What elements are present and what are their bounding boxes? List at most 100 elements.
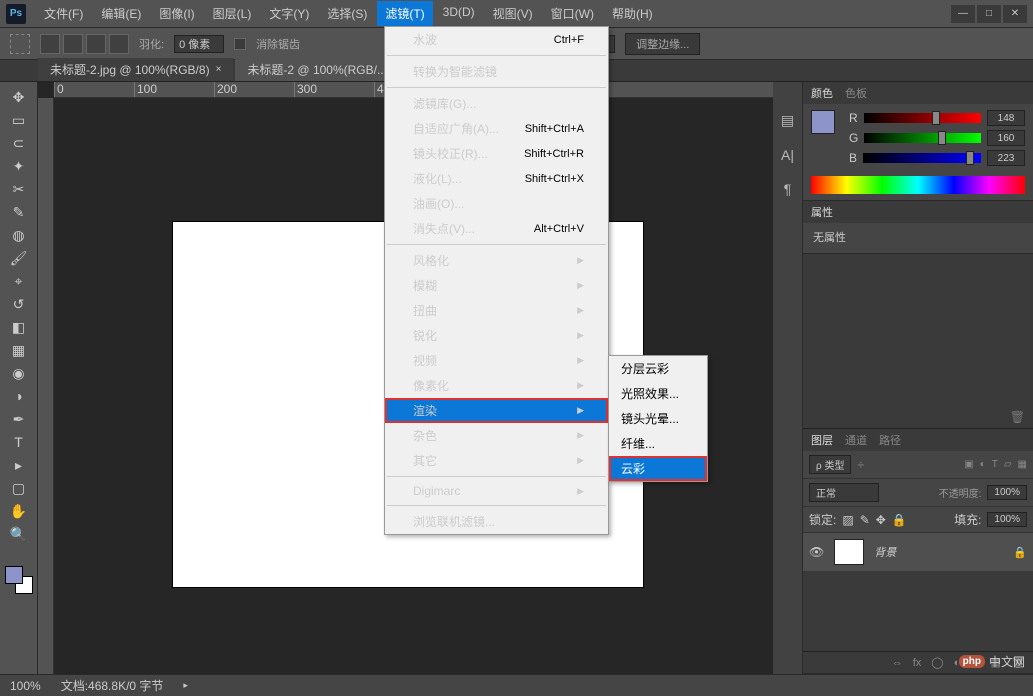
menu-item-7[interactable]: 3D(D) xyxy=(435,1,483,26)
tab-close-icon[interactable]: × xyxy=(216,64,222,75)
menu-item-9[interactable]: 窗口(W) xyxy=(543,1,602,26)
filter-menu-item-2[interactable]: 转换为智能滤镜 xyxy=(385,59,608,84)
visibility-icon[interactable]: 👁 xyxy=(809,545,824,559)
antialias-checkbox[interactable] xyxy=(234,38,246,50)
filter-menu-item-15[interactable]: 视频▶ xyxy=(385,348,608,373)
marquee-tool[interactable]: ▭ xyxy=(7,109,31,131)
refine-edge-button[interactable]: 调整边缘... xyxy=(625,33,700,55)
document-info[interactable]: 文档:468.8K/0 字节 xyxy=(61,677,164,694)
menu-item-2[interactable]: 图像(I) xyxy=(151,1,202,26)
minimize-button[interactable]: — xyxy=(951,5,975,23)
selection-add-icon[interactable] xyxy=(63,34,83,54)
filter-smart-icon[interactable]: ▦ xyxy=(1018,459,1027,470)
pen-tool[interactable]: ✒ xyxy=(7,408,31,430)
document-tab-0[interactable]: 未标题-2.jpg @ 100%(RGB/8)× xyxy=(38,58,233,81)
rectangle-tool[interactable]: ▢ xyxy=(7,477,31,499)
render-submenu-item-0[interactable]: 分层云彩 xyxy=(609,356,707,381)
trash-icon[interactable]: 🗑 xyxy=(1010,410,1025,424)
lock-transparent-icon[interactable]: ▨ xyxy=(842,513,853,527)
layer-name[interactable]: 背景 xyxy=(874,544,896,560)
eyedropper-tool[interactable]: ✎ xyxy=(7,201,31,223)
link-layers-icon[interactable]: ⇔ xyxy=(892,657,903,669)
blend-mode-dropdown[interactable]: 正常 xyxy=(809,483,879,502)
menu-item-10[interactable]: 帮助(H) xyxy=(604,1,661,26)
g-value[interactable] xyxy=(987,130,1025,146)
crop-tool[interactable]: ✂ xyxy=(7,178,31,200)
tab-paths[interactable]: 路径 xyxy=(879,432,901,448)
filter-shape-icon[interactable]: ▱ xyxy=(1004,459,1012,470)
selection-intersect-icon[interactable] xyxy=(109,34,129,54)
tab-layers[interactable]: 图层 xyxy=(811,432,833,448)
paragraph-panel-icon[interactable]: ¶ xyxy=(784,181,792,197)
history-panel-icon[interactable]: ▤ xyxy=(781,112,794,129)
gradient-tool[interactable]: ▦ xyxy=(7,339,31,361)
close-button[interactable]: ✕ xyxy=(1003,5,1027,23)
filter-menu-item-12[interactable]: 模糊▶ xyxy=(385,273,608,298)
filter-menu-item-5[interactable]: 自适应广角(A)...Shift+Ctrl+A xyxy=(385,116,608,141)
opacity-value[interactable]: 100% xyxy=(987,485,1027,500)
tab-swatches[interactable]: 色板 xyxy=(845,85,867,101)
menu-item-6[interactable]: 滤镜(T) xyxy=(377,1,432,26)
filter-menu-item-14[interactable]: 锐化▶ xyxy=(385,323,608,348)
filter-menu-item-11[interactable]: 风格化▶ xyxy=(385,248,608,273)
eraser-tool[interactable]: ◧ xyxy=(7,316,31,338)
filter-menu-item-16[interactable]: 像素化▶ xyxy=(385,373,608,398)
zoom-tool[interactable]: 🔍 xyxy=(7,523,31,545)
filter-pixel-icon[interactable]: ▣ xyxy=(964,459,973,470)
g-slider[interactable] xyxy=(864,133,981,143)
magic-wand-tool[interactable]: ✦ xyxy=(7,155,31,177)
filter-menu-item-4[interactable]: 滤镜库(G)... xyxy=(385,91,608,116)
layer-item-background[interactable]: 👁 背景 🔒 xyxy=(803,533,1033,571)
menu-item-5[interactable]: 选择(S) xyxy=(319,1,375,26)
type-tool[interactable]: T xyxy=(7,431,31,453)
r-value[interactable] xyxy=(987,110,1025,126)
color-preview[interactable] xyxy=(811,110,835,134)
filter-menu-item-9[interactable]: 消失点(V)...Alt+Ctrl+V xyxy=(385,216,608,241)
filter-menu-item-17[interactable]: 渲染▶ xyxy=(385,398,608,423)
b-slider[interactable] xyxy=(863,153,981,163)
filter-adjustment-icon[interactable]: ◐ xyxy=(980,459,986,470)
menu-item-1[interactable]: 编辑(E) xyxy=(93,1,149,26)
tab-properties[interactable]: 属性 xyxy=(811,204,833,220)
filter-menu-item-21[interactable]: Digimarc▶ xyxy=(385,480,608,502)
zoom-level[interactable]: 100% xyxy=(10,679,41,693)
filter-menu-item-19[interactable]: 其它▶ xyxy=(385,448,608,473)
path-selection-tool[interactable]: ▸ xyxy=(7,454,31,476)
healing-brush-tool[interactable]: ◍ xyxy=(7,224,31,246)
render-submenu-item-4[interactable]: 云彩 xyxy=(609,456,707,481)
menu-item-4[interactable]: 文字(Y) xyxy=(261,1,317,26)
render-submenu-item-3[interactable]: 纤维... xyxy=(609,431,707,456)
layer-mask-icon[interactable]: ◯ xyxy=(931,656,943,669)
move-tool[interactable]: ✥ xyxy=(7,86,31,108)
foreground-color-swatch[interactable] xyxy=(5,566,23,584)
feather-input[interactable] xyxy=(174,35,224,53)
tab-channels[interactable]: 通道 xyxy=(845,432,867,448)
blur-tool[interactable]: ◉ xyxy=(7,362,31,384)
dodge-tool[interactable]: ◑ xyxy=(7,385,31,407)
filter-menu-item-23[interactable]: 浏览联机滤镜... xyxy=(385,509,608,534)
history-brush-tool[interactable]: ↺ xyxy=(7,293,31,315)
render-submenu-item-1[interactable]: 光照效果... xyxy=(609,381,707,406)
character-panel-icon[interactable]: A| xyxy=(781,147,794,163)
lock-all-icon[interactable]: 🔒 xyxy=(892,513,907,527)
hand-tool[interactable]: ✋ xyxy=(7,500,31,522)
layer-thumbnail[interactable] xyxy=(834,539,864,565)
tool-preset-icon[interactable] xyxy=(10,34,30,54)
maximize-button[interactable]: □ xyxy=(977,5,1001,23)
r-slider[interactable] xyxy=(864,113,981,123)
filter-menu-item-18[interactable]: 杂色▶ xyxy=(385,423,608,448)
filter-menu-item-6[interactable]: 镜头校正(R)...Shift+Ctrl+R xyxy=(385,141,608,166)
selection-subtract-icon[interactable] xyxy=(86,34,106,54)
lock-image-icon[interactable]: ✎ xyxy=(860,513,870,527)
filter-menu-item-8[interactable]: 油画(O)... xyxy=(385,191,608,216)
filter-menu-item-13[interactable]: 扭曲▶ xyxy=(385,298,608,323)
lasso-tool[interactable]: ⊂ xyxy=(7,132,31,154)
menu-item-0[interactable]: 文件(F) xyxy=(36,1,91,26)
filter-menu-item-0[interactable]: 水波Ctrl+F xyxy=(385,27,608,52)
render-submenu-item-2[interactable]: 镜头光晕... xyxy=(609,406,707,431)
filter-menu-item-7[interactable]: 液化(L)...Shift+Ctrl+X xyxy=(385,166,608,191)
selection-new-icon[interactable] xyxy=(40,34,60,54)
color-spectrum[interactable] xyxy=(811,176,1025,194)
menu-item-8[interactable]: 视图(V) xyxy=(485,1,541,26)
fill-value[interactable]: 100% xyxy=(987,512,1027,527)
